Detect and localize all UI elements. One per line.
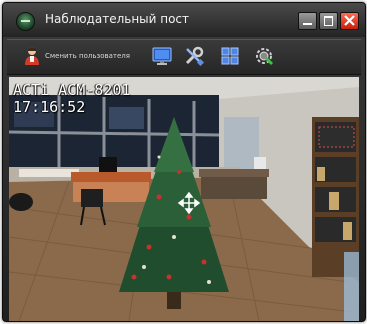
close-button[interactable] bbox=[340, 12, 359, 30]
camera-video-feed[interactable]: ACTi ACM-8201 17:16:52 bbox=[9, 77, 359, 321]
minimize-button[interactable] bbox=[298, 12, 317, 30]
app-window: Наблюдательный пост Сменить пользователя bbox=[2, 2, 366, 322]
user-icon[interactable] bbox=[23, 46, 41, 66]
camera-model-overlay: ACTi ACM-8201 bbox=[13, 81, 131, 99]
title-bar[interactable]: Наблюдательный пост bbox=[3, 3, 365, 37]
app-logo-icon bbox=[16, 12, 35, 31]
close-icon bbox=[344, 15, 355, 26]
change-user-button[interactable]: Сменить пользователя bbox=[45, 52, 130, 60]
window-title: Наблюдательный пост bbox=[45, 12, 190, 26]
timestamp-overlay: 17:16:52 bbox=[13, 98, 86, 116]
toolbar: Сменить пользователя bbox=[7, 39, 361, 75]
monitor-icon[interactable] bbox=[152, 46, 172, 66]
maximize-button[interactable] bbox=[319, 12, 338, 30]
camera-settings-icon[interactable] bbox=[254, 46, 274, 66]
grid-layout-icon[interactable] bbox=[220, 46, 240, 66]
tools-icon[interactable] bbox=[184, 46, 204, 66]
